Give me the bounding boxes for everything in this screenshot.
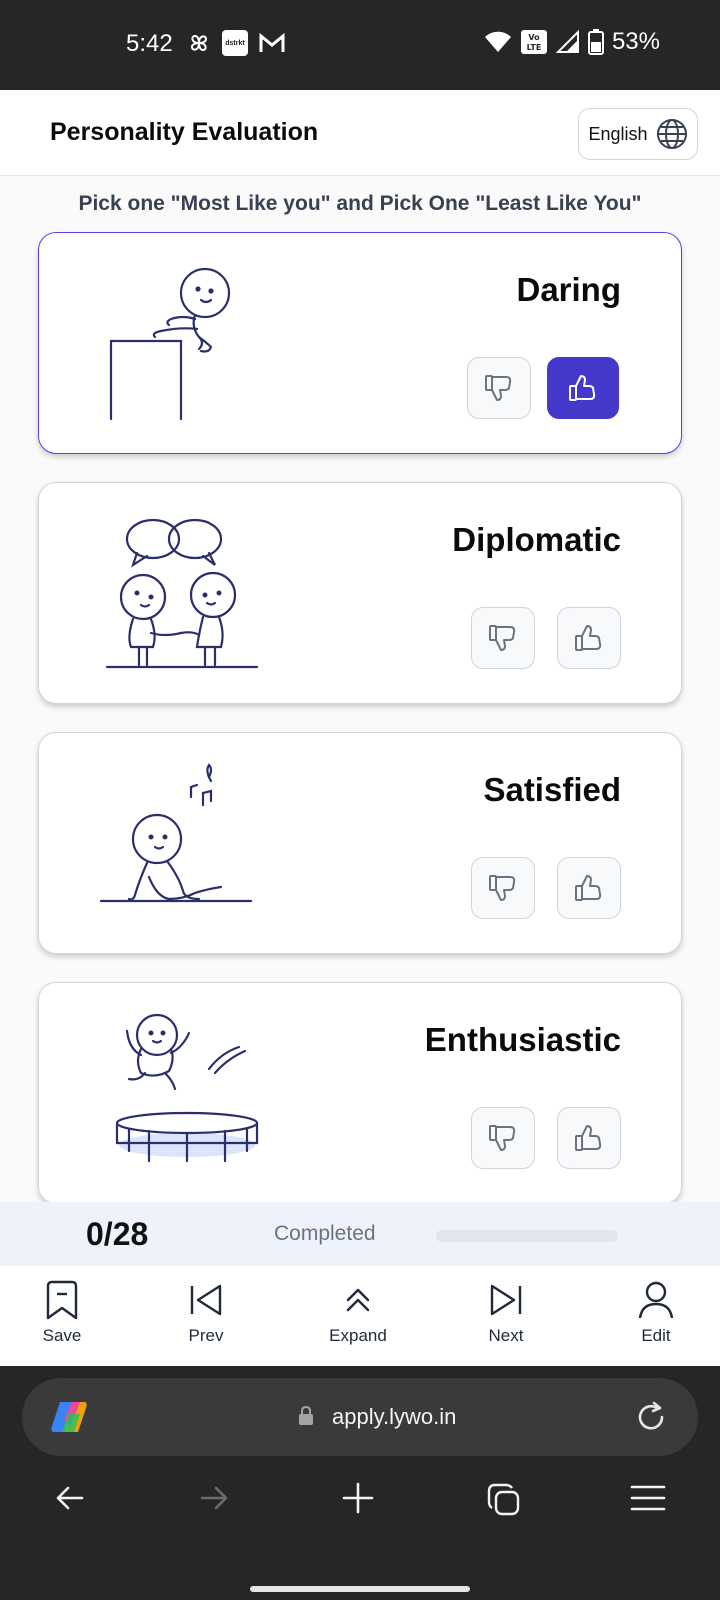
- status-bar: 5:42 dstrkt Vo LTE 53%: [0, 0, 720, 90]
- back-arrow-icon[interactable]: [54, 1482, 86, 1514]
- user-icon: [638, 1281, 674, 1319]
- thumbs-down-icon: [489, 1125, 516, 1151]
- app-badge-icon: dstrkt: [222, 30, 248, 56]
- progress-count: 0/28: [86, 1216, 149, 1252]
- trait-card-enthusiastic: Enthusiastic: [38, 982, 682, 1204]
- battery-percent: 53%: [611, 28, 660, 55]
- prev-label: Prev: [188, 1326, 224, 1345]
- most-like-button[interactable]: [557, 1107, 621, 1169]
- gmail-icon: [259, 32, 285, 52]
- trait-label: Satisfied: [483, 771, 621, 808]
- wifi-icon: [484, 31, 511, 52]
- skip-back-icon: [190, 1284, 222, 1316]
- signal-icon: [555, 30, 579, 53]
- svg-text:Vo: Vo: [528, 33, 540, 42]
- page-title: Personality Evaluation: [50, 118, 319, 146]
- volte-icon: VoLTE: [520, 30, 547, 54]
- thumbs-up-icon: [575, 625, 602, 651]
- next-button[interactable]: Next: [456, 1280, 556, 1346]
- trait-label: Enthusiastic: [424, 1021, 621, 1058]
- instruction-text: Pick one "Most Like you" and Pick One "L…: [78, 192, 642, 215]
- progress-track: [436, 1230, 618, 1242]
- prev-button[interactable]: Prev: [156, 1280, 256, 1346]
- progress-label: Completed: [274, 1222, 376, 1245]
- pinwheel-icon: [190, 34, 208, 52]
- evaluation-content: Pick one "Most Like you" and Pick One "L…: [0, 176, 720, 1206]
- lock-icon: [299, 1406, 313, 1425]
- thumbs-up-icon: [575, 875, 602, 901]
- daring-illustration: [109, 267, 231, 421]
- most-like-button[interactable]: [557, 607, 621, 669]
- progress-section: 0/28 Completed: [0, 1202, 720, 1266]
- edit-button[interactable]: Edit: [606, 1280, 706, 1346]
- expand-label: Expand: [329, 1326, 387, 1345]
- skip-forward-icon: [490, 1284, 522, 1316]
- thumbs-up-icon: [569, 375, 596, 401]
- bookmark-icon: [46, 1280, 78, 1320]
- next-label: Next: [488, 1326, 524, 1345]
- gesture-bar[interactable]: [250, 1586, 470, 1592]
- trait-label: Diplomatic: [452, 521, 621, 558]
- least-like-button[interactable]: [471, 1107, 535, 1169]
- least-like-button[interactable]: [467, 357, 531, 419]
- least-like-button[interactable]: [471, 607, 535, 669]
- satisfied-illustration: [99, 763, 253, 903]
- bottom-nav: Save Prev Expand Next Edit: [0, 1266, 720, 1366]
- save-button[interactable]: Save: [12, 1280, 112, 1346]
- most-like-button[interactable]: [547, 357, 619, 419]
- save-label: Save: [42, 1326, 82, 1345]
- thumbs-down-icon: [485, 375, 512, 401]
- copilot-icon[interactable]: [50, 1398, 90, 1436]
- trait-card-satisfied: Satisfied: [38, 732, 682, 954]
- most-like-button[interactable]: [557, 857, 621, 919]
- thumbs-down-icon: [489, 875, 516, 901]
- globe-icon: [656, 119, 687, 149]
- battery-icon: [587, 29, 604, 55]
- reload-icon[interactable]: [634, 1400, 668, 1434]
- language-button[interactable]: English: [578, 108, 698, 160]
- url-bar[interactable]: apply.lywo.in: [22, 1378, 698, 1456]
- trait-card-diplomatic: Diplomatic: [38, 482, 682, 704]
- new-tab-icon[interactable]: [342, 1482, 374, 1514]
- edit-label: Edit: [641, 1326, 671, 1345]
- url-text: apply.lywo.in: [332, 1404, 457, 1429]
- enthusiastic-illustration: [115, 1013, 259, 1163]
- menu-icon[interactable]: [630, 1482, 666, 1514]
- trait-card-daring: Daring: [38, 232, 682, 454]
- tabs-icon[interactable]: [486, 1482, 522, 1518]
- chevrons-up-icon: [346, 1288, 370, 1312]
- svg-text:LTE: LTE: [527, 43, 542, 52]
- forward-arrow-icon[interactable]: [198, 1482, 230, 1514]
- app-header: Personality Evaluation English: [0, 90, 720, 176]
- thumbs-up-icon: [575, 1125, 602, 1151]
- diplomatic-illustration: [105, 518, 259, 669]
- expand-button[interactable]: Expand: [308, 1280, 408, 1346]
- least-like-button[interactable]: [471, 857, 535, 919]
- status-time: 5:42: [126, 30, 173, 57]
- thumbs-down-icon: [489, 625, 516, 651]
- language-label: English: [588, 123, 648, 144]
- trait-label: Daring: [516, 271, 621, 308]
- browser-chrome: apply.lywo.in: [0, 1366, 720, 1600]
